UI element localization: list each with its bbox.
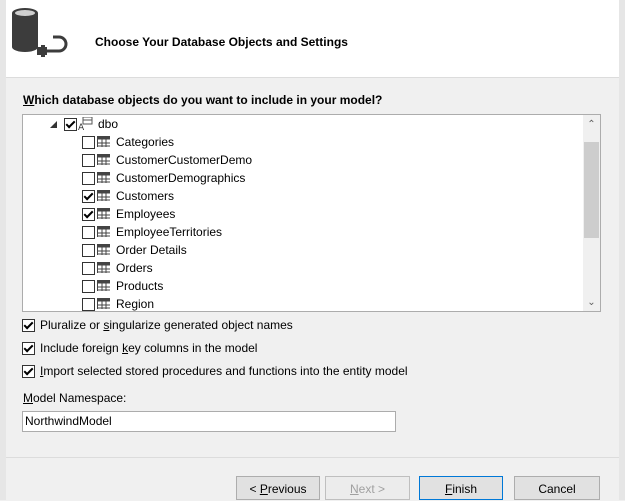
tree-item-checkbox[interactable] [82, 244, 95, 257]
tree-item-label: CustomerCustomerDemo [116, 153, 253, 167]
table-icon [97, 172, 110, 183]
tree-item-checkbox[interactable] [82, 262, 95, 275]
tree-item[interactable]: EmployeeTerritories [23, 223, 583, 241]
tree-item-label: CustomerDemographics [116, 171, 246, 185]
tree-item-checkbox[interactable] [82, 226, 95, 239]
finish-button[interactable]: Finish [419, 476, 503, 500]
pluralize-checkbox[interactable] [22, 319, 35, 332]
table-icon [97, 154, 110, 165]
objects-question-label: Which database objects do you want to in… [23, 93, 382, 107]
table-icon [97, 298, 110, 309]
tree-item-label: Order Details [116, 243, 187, 257]
cancel-button[interactable]: Cancel [514, 476, 600, 500]
tree-item[interactable]: CustomerDemographics [23, 169, 583, 187]
page-title: Choose Your Database Objects and Setting… [95, 35, 348, 49]
database-objects-tree[interactable]: A dbo Categories CustomerCustomerDemo Cust… [22, 114, 601, 312]
tree-item[interactable]: Products [23, 277, 583, 295]
scroll-up-icon[interactable]: ⌃ [583, 116, 600, 133]
scroll-down-icon[interactable]: ⌄ [583, 294, 600, 311]
model-namespace-input[interactable] [22, 411, 396, 432]
table-icon [97, 226, 110, 237]
tree-item[interactable]: CustomerCustomerDemo [23, 151, 583, 169]
tree-item-checkbox[interactable] [82, 298, 95, 311]
tree-item-checkbox[interactable] [82, 172, 95, 185]
wizard-header: Choose Your Database Objects and Setting… [6, 0, 619, 78]
model-namespace-label: Model Namespace: [23, 391, 127, 405]
import-sprocs-label: Import selected stored procedures and fu… [40, 364, 408, 378]
tree-item[interactable]: Orders [23, 259, 583, 277]
tree-item-label: Categories [116, 135, 175, 149]
previous-button[interactable]: < Previous [236, 476, 320, 500]
tree-item-label: Products [116, 279, 164, 293]
database-connection-icon [12, 8, 68, 57]
svg-text:A: A [78, 123, 85, 131]
table-icon [97, 190, 110, 201]
schema-icon: A [78, 117, 93, 131]
question-text: hich database objects do you want to inc… [34, 93, 383, 107]
tree-item[interactable]: Order Details [23, 241, 583, 259]
window-frame-right [619, 0, 625, 500]
import-sprocs-checkbox[interactable] [22, 365, 35, 378]
dbo-label: dbo [98, 117, 119, 131]
table-icon [97, 208, 110, 219]
foreign-keys-label: Include foreign key columns in the model [40, 341, 258, 355]
tree-item-label: Customers [116, 189, 175, 203]
tree-item[interactable]: Employees [23, 205, 583, 223]
table-icon [97, 244, 110, 255]
foreign-keys-checkbox[interactable] [22, 342, 35, 355]
tree-item-label: Region [116, 297, 155, 311]
tree-item-checkbox[interactable] [82, 208, 95, 221]
tree-item-label: Orders [116, 261, 153, 275]
tree-item-checkbox[interactable] [82, 136, 95, 149]
tree-vertical-scrollbar[interactable]: ⌃ ⌄ [583, 115, 600, 311]
pluralize-label: Pluralize or singularize generated objec… [40, 318, 293, 332]
dbo-checkbox[interactable] [64, 118, 77, 131]
tree-node-dbo[interactable]: A dbo [23, 115, 583, 133]
scroll-thumb[interactable] [584, 142, 599, 238]
tree-item-checkbox[interactable] [82, 280, 95, 293]
tree-item[interactable]: Customers [23, 187, 583, 205]
tree-item[interactable]: Categories [23, 133, 583, 151]
table-icon [97, 262, 110, 273]
tree-item[interactable]: Region [23, 295, 583, 311]
tree-item-checkbox[interactable] [82, 190, 95, 203]
tree-item-label: EmployeeTerritories [116, 225, 223, 239]
footer-divider [6, 457, 619, 458]
next-button[interactable]: Next > [325, 476, 410, 500]
question-accel: W [23, 93, 35, 107]
tree-item-checkbox[interactable] [82, 154, 95, 167]
collapse-triangle-icon[interactable] [50, 121, 57, 128]
table-icon [97, 136, 110, 147]
tree-item-label: Employees [116, 207, 176, 221]
table-icon [97, 280, 110, 291]
